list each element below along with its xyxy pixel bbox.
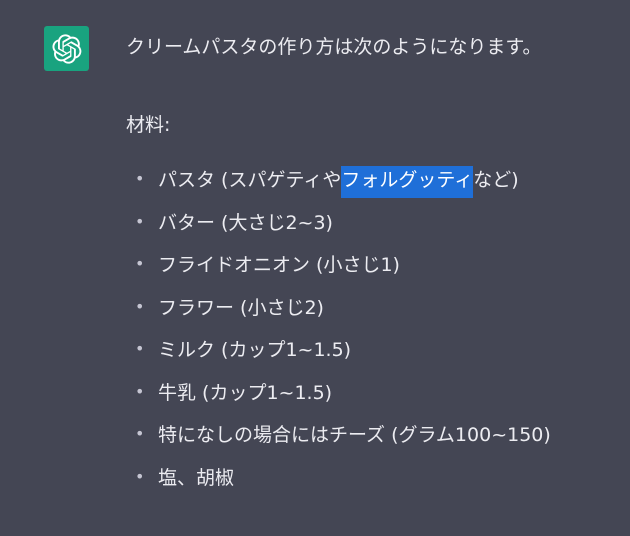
list-item: • フライドオニオン (小さじ1)	[126, 251, 622, 294]
bullet-icon: •	[135, 466, 145, 486]
assistant-message: クリームパスタの作り方は次のようになります。 材料: • パスタ (スパゲティや…	[0, 0, 630, 536]
bullet-icon: •	[135, 339, 145, 358]
message-content: クリームパスタの作り方は次のようになります。 材料: • パスタ (スパゲティや…	[126, 33, 622, 506]
list-item: • バター (大さじ2~3)	[126, 209, 622, 252]
bullet-icon: •	[135, 381, 145, 401]
list-item: • ミルク (カップ1~1.5)	[126, 336, 622, 379]
list-item: • フラワー (小さじ2)	[126, 294, 622, 337]
selected-text[interactable]: フォルグッティ	[341, 166, 474, 198]
list-item: • 塩、胡椒	[126, 464, 622, 507]
list-item-text: ミルク (カップ1~1.5)	[158, 339, 352, 361]
list-item: • 特になしの場合にはチーズ (グラム100~150)	[126, 421, 622, 464]
message-intro: クリームパスタの作り方は次のようになります。	[126, 36, 542, 58]
list-item-text: 牛乳 (カップ1~1.5)	[158, 381, 333, 404]
bullet-icon: •	[135, 169, 145, 188]
list-item: • パスタ (スパゲティやフォルグッティなど)	[126, 166, 622, 209]
assistant-avatar	[44, 26, 89, 71]
list-item-text: 塩、胡椒	[158, 466, 235, 489]
list-item-text-before: パスタ (スパゲティや	[158, 169, 342, 191]
bullet-icon: •	[135, 424, 145, 443]
list-item-text: フライドオニオン (小さじ1)	[158, 254, 400, 276]
bullet-icon: •	[135, 296, 145, 316]
list-item-text: フラワー (小さじ2)	[158, 296, 324, 319]
ingredient-list: • パスタ (スパゲティやフォルグッティなど) • バター (大さじ2~3) •…	[126, 166, 622, 506]
bullet-icon: •	[135, 254, 145, 273]
list-item: • 牛乳 (カップ1~1.5)	[126, 379, 622, 422]
openai-logo-icon	[51, 33, 82, 64]
list-item-text: バター (大さじ2~3)	[158, 211, 333, 234]
section-title: 材料:	[126, 114, 171, 136]
bullet-icon: •	[135, 211, 145, 231]
list-item-text: 特になしの場合にはチーズ (グラム100~150)	[158, 424, 551, 446]
list-item-text-after: など)	[473, 169, 519, 191]
